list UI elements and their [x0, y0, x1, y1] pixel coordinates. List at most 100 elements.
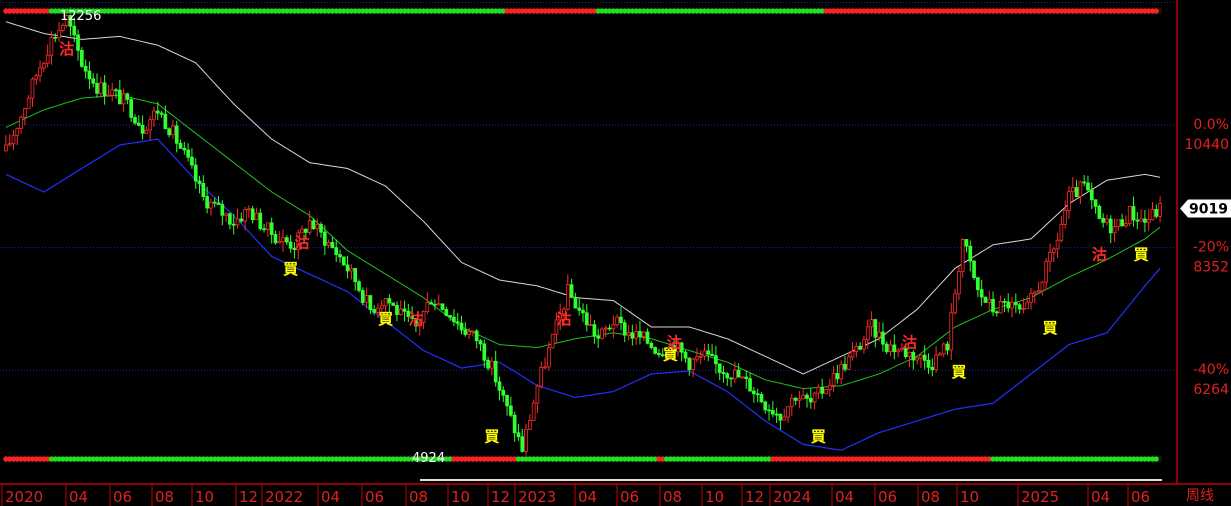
candle-body — [687, 357, 692, 370]
candle-body — [516, 432, 521, 438]
candle-body — [964, 239, 969, 247]
sell-signal-label: 沽 — [902, 334, 917, 352]
candle-body — [535, 385, 540, 404]
buy-signal-label: 買 — [1042, 319, 1057, 337]
timeframe-label[interactable]: 周线 — [1186, 488, 1214, 504]
candle-body — [83, 65, 88, 72]
candle-body — [1086, 182, 1090, 191]
candle-body — [300, 228, 304, 234]
candle-body — [1059, 224, 1064, 241]
candle-body — [941, 343, 946, 355]
candle-body — [49, 36, 54, 56]
candle-body — [133, 116, 137, 124]
candle-body — [425, 302, 430, 313]
candle-body — [740, 376, 745, 379]
candle-body — [865, 326, 870, 341]
candle-body — [429, 302, 433, 305]
sell-signal-label: 沽 — [295, 234, 310, 252]
pct-label-0: 0.0% — [1193, 117, 1229, 133]
candle-body — [7, 143, 12, 146]
candle-body — [907, 351, 912, 357]
candle-body — [262, 228, 266, 231]
candle-body — [797, 398, 802, 401]
candle-body — [1055, 239, 1060, 250]
candle-body — [998, 300, 1003, 314]
candle-body — [285, 237, 289, 243]
x-tick-label: 04 — [69, 488, 88, 506]
candle-body — [482, 343, 487, 361]
x-tick-label: 10 — [195, 488, 214, 506]
candle-body — [307, 220, 312, 233]
candle-body — [649, 342, 654, 348]
x-tick-label: 2024 — [773, 488, 811, 506]
pct-label-1: -20% — [1193, 240, 1229, 256]
candle-body — [493, 360, 498, 383]
candle-body — [531, 402, 536, 421]
candle-body — [972, 260, 976, 279]
candle-body — [843, 363, 847, 370]
candle-body — [896, 349, 900, 353]
x-tick-label: 12 — [745, 488, 764, 506]
candle-body — [528, 419, 532, 430]
x-tick-label: 06 — [365, 488, 384, 506]
candle-body — [190, 156, 194, 166]
candle-body — [1078, 181, 1083, 197]
candle-body — [360, 290, 365, 303]
candle-body — [1051, 248, 1056, 253]
candle-body — [820, 386, 825, 394]
x-tick-label: 04 — [835, 488, 854, 506]
candle-body — [243, 209, 247, 222]
candle-body — [288, 241, 293, 249]
candle-body — [1150, 209, 1155, 220]
candle-body — [178, 142, 183, 149]
candle-body — [455, 321, 460, 324]
candle-body — [968, 245, 973, 262]
buy-signal-label: 買 — [1134, 245, 1149, 263]
candle-body — [1025, 301, 1030, 309]
candle-body — [266, 222, 270, 230]
candle-body — [61, 24, 65, 31]
candle-body — [953, 293, 957, 314]
candle-body — [315, 224, 320, 230]
candle-body — [436, 303, 441, 306]
candle-body — [854, 345, 859, 352]
candle-body — [1074, 187, 1079, 197]
candle-body — [641, 331, 646, 337]
candle-body — [550, 333, 555, 349]
candle-body — [839, 363, 844, 380]
candle-body — [1063, 210, 1068, 225]
candle-body — [228, 213, 232, 225]
candle-body — [303, 228, 308, 233]
candle-body — [23, 108, 27, 118]
candle-body — [615, 316, 620, 326]
candle-body — [619, 316, 623, 324]
candle-body — [1131, 206, 1136, 221]
candle-body — [721, 372, 726, 375]
candle-body — [919, 354, 923, 359]
x-tick-label: 06 — [620, 488, 639, 506]
candle-body — [72, 25, 77, 36]
candle-body — [524, 428, 528, 452]
sell-signal-label: 沽 — [59, 40, 74, 58]
candle-body — [505, 394, 509, 407]
candle-body — [117, 89, 122, 105]
candle-body — [922, 354, 927, 361]
candle-body — [474, 330, 479, 342]
candle-body — [706, 350, 711, 355]
candle-body — [258, 212, 263, 230]
candle-body — [452, 316, 456, 323]
candle-body — [789, 397, 794, 408]
x-tick-label: 08 — [921, 488, 940, 506]
candle-body — [205, 196, 209, 209]
x-tick-label: 06 — [1131, 488, 1150, 506]
candle-body — [1112, 226, 1117, 234]
candle-body — [949, 312, 954, 351]
candle-body — [1082, 181, 1087, 184]
candle-body — [831, 373, 836, 386]
candle-body — [273, 234, 278, 244]
candle-body — [254, 212, 259, 221]
candle-body — [1067, 191, 1071, 211]
x-tick-label: 04 — [578, 488, 597, 506]
candle-body — [714, 355, 718, 365]
candle-body — [911, 351, 916, 361]
